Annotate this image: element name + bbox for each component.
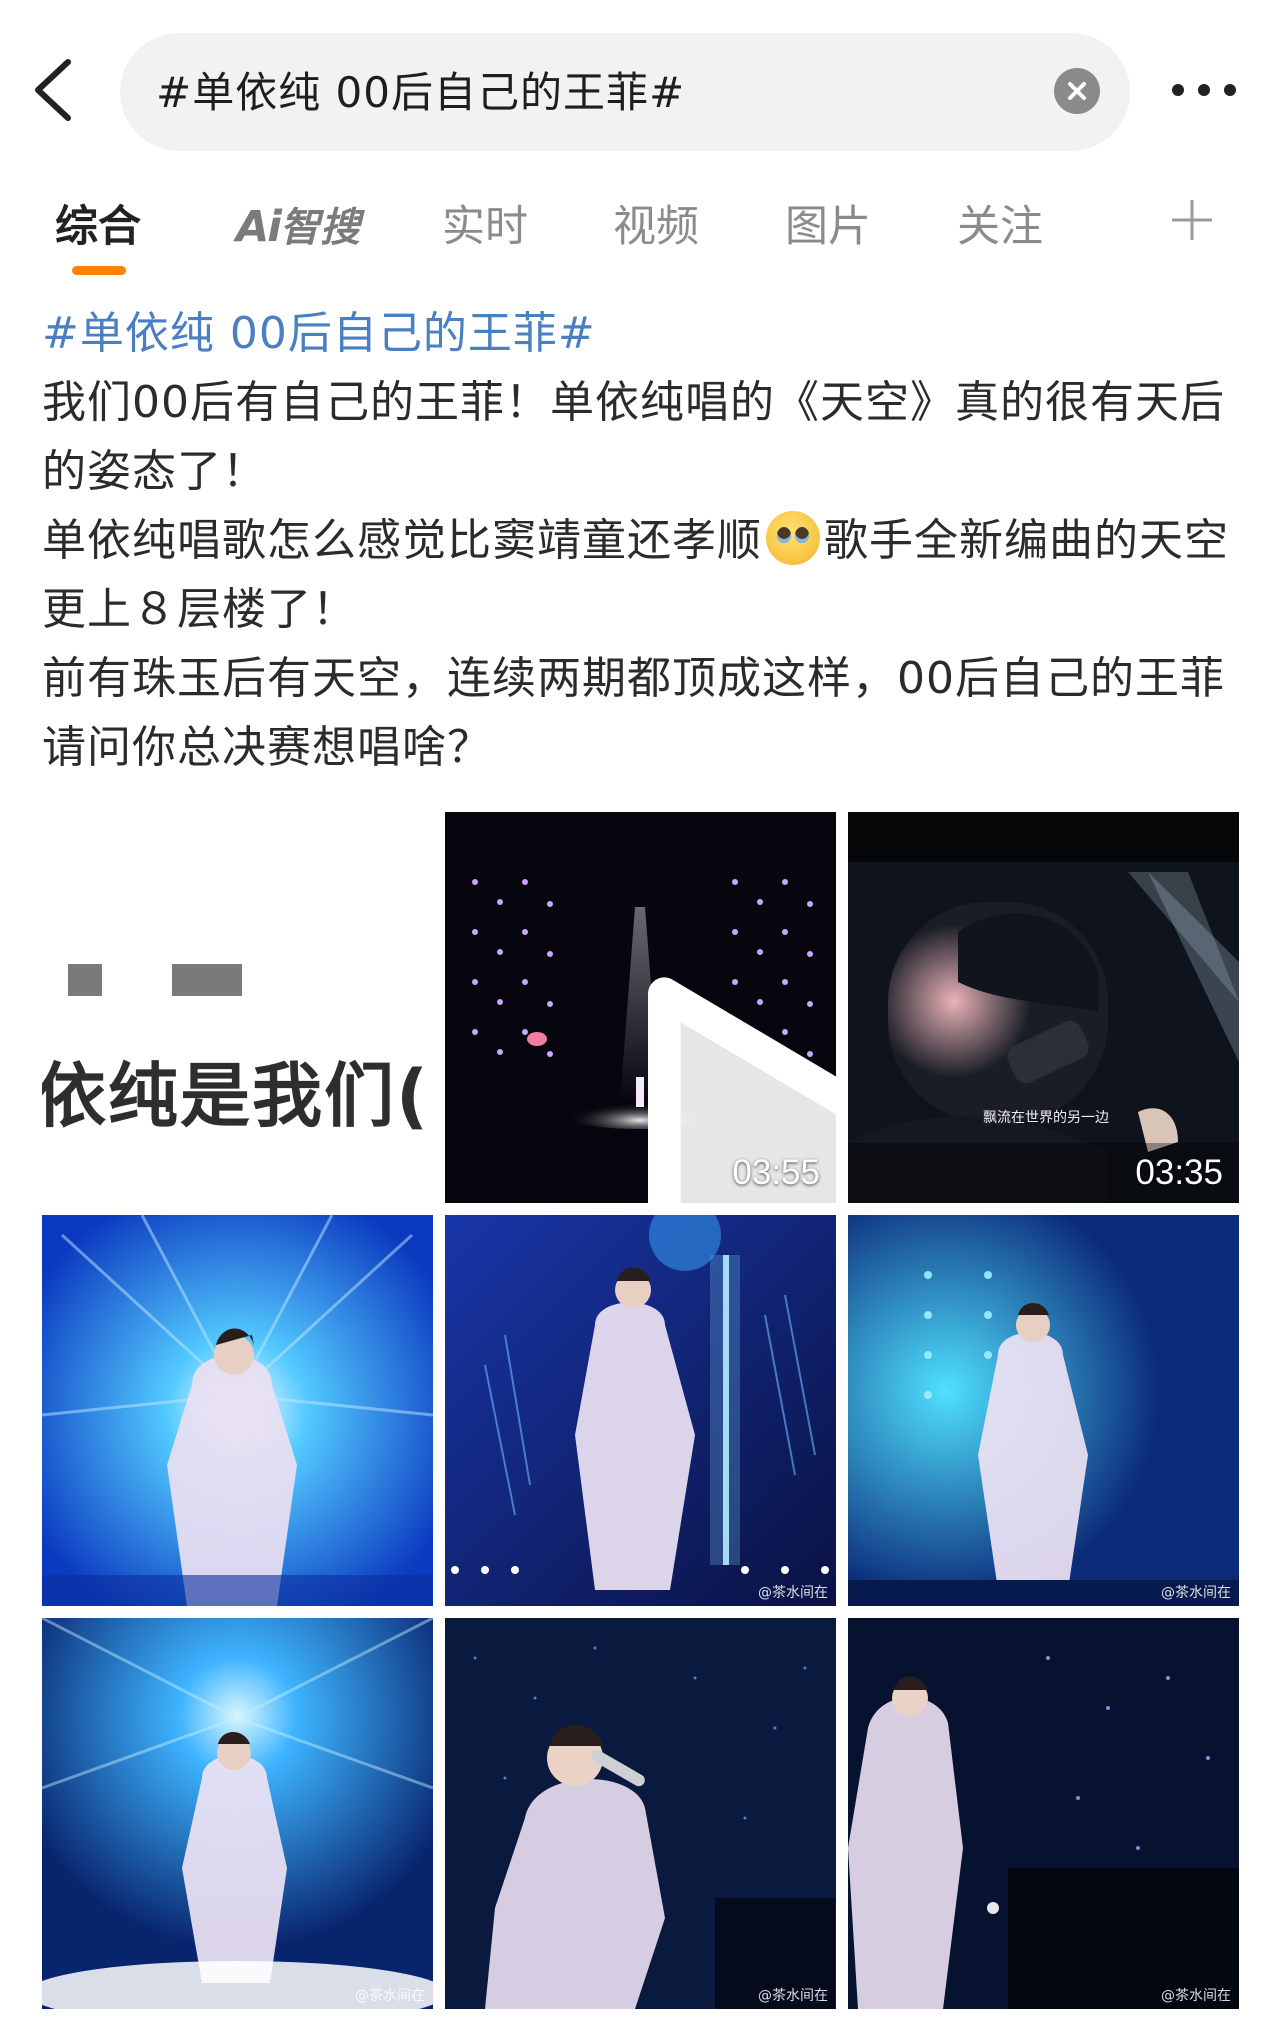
back-icon <box>35 59 71 121</box>
closeup-image <box>848 812 1239 1203</box>
plus-icon <box>1172 200 1212 240</box>
ai-logo-label: 智搜 <box>280 205 361 251</box>
watermark: @茶水间在 <box>1161 1585 1231 1601</box>
redacted-block <box>68 964 102 996</box>
add-tab-button[interactable] <box>1168 196 1216 244</box>
photo-thumbnail-4[interactable]: @茶水间在 <box>42 1618 433 2009</box>
post-paragraph-3: 前有珠玉后有天空，连续两期都顶成这样，00后自己的王菲请问你总决赛想唱啥？ <box>42 653 1225 773</box>
more-button[interactable] <box>1168 70 1240 110</box>
tab-images[interactable]: 图片 <box>785 192 871 254</box>
photo-thumbnail-5[interactable]: @茶水间在 <box>445 1618 836 2009</box>
tab-comprehensive[interactable]: 综合 <box>55 192 141 254</box>
active-tab-indicator <box>72 266 126 275</box>
emoji-pleading-icon <box>766 511 820 565</box>
video-subtitle: 飘流在世界的另一边 <box>983 1110 1109 1126</box>
watermark: @茶水间在 <box>758 1988 828 2004</box>
performer-photo <box>848 1618 1239 2009</box>
photo-thumbnail-3[interactable]: @茶水间在 <box>848 1215 1239 1606</box>
text-card-caption: 依纯是我们( <box>42 1055 430 1137</box>
clear-icon <box>1068 82 1086 100</box>
performer-photo <box>445 1618 836 2009</box>
photo-thumbnail-2[interactable]: @茶水间在 <box>445 1215 836 1606</box>
clear-button[interactable] <box>1054 68 1100 114</box>
performer-photo <box>42 1215 433 1606</box>
post-paragraph-2: 单依纯唱歌怎么感觉比窦靖童还孝顺 歌手全新编曲的天空更上８层楼了！ <box>42 506 1252 644</box>
tab-ai-search[interactable]: Ai智搜 <box>236 195 360 255</box>
top-bar: #单依纯 00后自己的王菲# <box>0 0 1284 151</box>
post-paragraph-2-a: 单依纯唱歌怎么感觉比窦靖童还孝顺 <box>42 515 762 566</box>
performer-photo <box>848 1215 1239 1606</box>
video-duration: 03:55 <box>732 1153 820 1192</box>
search-query: #单依纯 00后自己的王菲# <box>156 68 686 117</box>
watermark: @茶水间在 <box>355 1988 425 2004</box>
video-thumbnail-1[interactable]: 03:55 <box>445 812 836 1203</box>
watermark: @茶水间在 <box>758 1585 828 1601</box>
photo-thumbnail-1[interactable] <box>42 1215 433 1606</box>
search-input[interactable]: #单依纯 00后自己的王菲# <box>120 33 1130 151</box>
performer-photo <box>445 1215 836 1606</box>
video-duration: 03:35 <box>1135 1153 1223 1192</box>
redacted-block <box>172 964 242 996</box>
post-body: #单依纯 00后自己的王菲# 我们00后有自己的王菲！单依纯唱的《天空》真的很有… <box>42 300 1252 782</box>
tab-bar: 综合 实时 视频 图片 关注 <box>0 180 1284 280</box>
post-paragraph-1: 我们00后有自己的王菲！单依纯唱的《天空》真的很有天后的姿态了！ <box>42 377 1225 497</box>
watermark: @茶水间在 <box>1161 1988 1231 2004</box>
tab-following[interactable]: 关注 <box>957 192 1043 254</box>
post-hashtag[interactable]: #单依纯 00后自己的王菲# <box>42 300 1252 368</box>
back-button[interactable] <box>26 52 82 128</box>
tab-realtime[interactable]: 实时 <box>442 192 528 254</box>
text-image-card[interactable]: 依纯是我们( <box>42 812 433 1203</box>
performer-photo <box>42 1618 433 2009</box>
more-icon <box>1172 84 1236 96</box>
ai-logo-text: Ai <box>236 202 282 252</box>
tab-video[interactable]: 视频 <box>613 192 699 254</box>
photo-thumbnail-6[interactable]: @茶水间在 <box>848 1618 1239 2009</box>
video-thumbnail-2[interactable]: 飘流在世界的另一边 03:35 <box>848 812 1239 1203</box>
